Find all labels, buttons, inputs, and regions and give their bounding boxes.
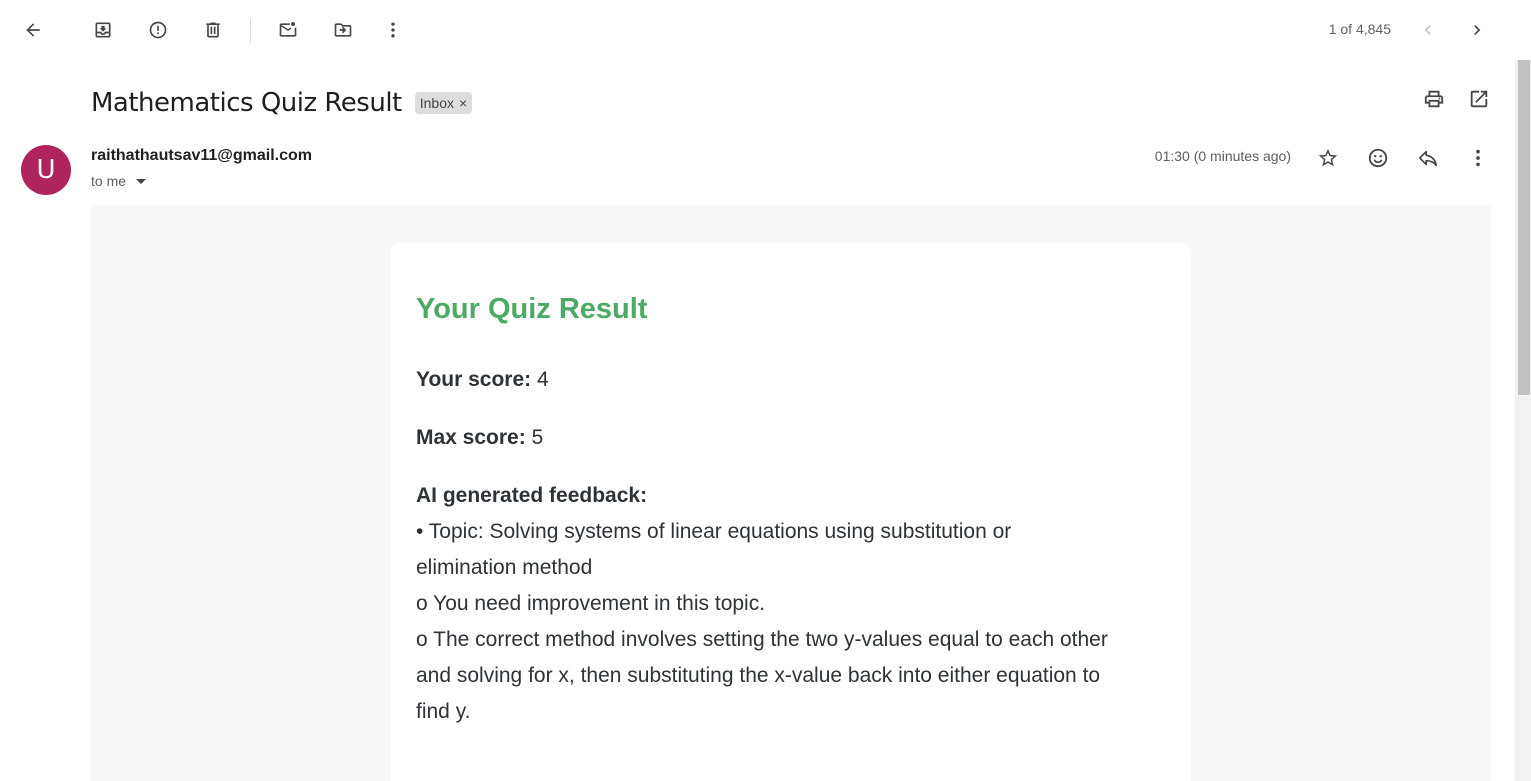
chevron-right-icon [1474,25,1481,35]
older-message-button[interactable] [1457,10,1497,50]
open-in-new-icon [1470,90,1488,108]
star-button[interactable] [1312,142,1344,174]
message-toolbar: 1 of 4,845 [0,0,1515,60]
more-vert-icon [1476,149,1480,167]
report-spam-button[interactable] [138,10,178,50]
move-to-folder-icon [334,23,352,37]
mark-unread-button[interactable] [268,10,308,50]
feedback-line: and solving for x, then substituting the… [416,664,1101,687]
subject-row: Mathematics Quiz Result Inbox × [91,87,473,119]
back-button[interactable] [13,10,53,50]
max-score-label: Max score: [416,426,526,449]
score-label: Your score: [416,368,532,391]
print-all-button[interactable] [1423,88,1445,115]
message-subject: Mathematics Quiz Result [91,88,402,118]
gmail-message-view: 1 of 4,845 Mathematics Quiz Result Inbox… [0,0,1531,781]
archive-icon [95,22,111,38]
scrollbar-thumb[interactable] [1518,60,1530,395]
message-more-button[interactable] [1462,142,1494,174]
toolbar-divider [250,18,251,44]
score-value: 4 [537,368,549,391]
quiz-result-card: Your Quiz Result Your score: 4 Max score… [391,243,1191,781]
delete-button[interactable] [193,10,233,50]
feedback-label: AI generated feedback: [416,484,648,507]
recipient-details-toggle[interactable]: to me [91,173,147,189]
score-line: Your score: 4 [416,362,1166,398]
report-spam-icon [149,21,167,39]
print-icon [1424,90,1444,108]
more-vert-icon [391,22,395,38]
reply-icon [1418,150,1438,167]
newer-message-button[interactable] [1408,10,1448,50]
recipient-text: to me [91,173,127,189]
label-text: Inbox [419,95,454,111]
more-actions-button[interactable] [373,10,413,50]
feedback-line: elimination method [416,556,593,579]
feedback-section: AI generated feedback: • Topic: Solving … [416,478,1166,730]
mark-unread-icon [279,22,297,37]
inbox-label-chip[interactable]: Inbox × [414,92,473,114]
feedback-line: o You need improvement in this topic. [416,592,766,615]
open-new-window-button[interactable] [1468,88,1490,115]
sender-email[interactable]: raithathautsav11@gmail.com [91,147,312,165]
remove-label-button[interactable]: × [459,95,467,111]
arrow-left-icon [26,23,40,37]
trash-icon [206,22,220,38]
sender-avatar[interactable]: U [21,145,71,195]
feedback-line: find y. [416,700,471,723]
add-reaction-button[interactable] [1362,142,1394,174]
pagination-count: 1 of 4,845 [1328,21,1391,37]
max-score-value: 5 [531,426,544,449]
star-icon [1318,148,1338,167]
feedback-line: o The correct method involves setting th… [416,628,1108,651]
message-body: Your Quiz Result Your score: 4 Max score… [91,205,1491,781]
emoji-icon [1368,148,1388,168]
archive-button[interactable] [83,10,123,50]
quiz-result-heading: Your Quiz Result [416,293,648,325]
caret-down-icon [136,178,147,184]
message-timestamp: 01:30 (0 minutes ago) [1154,148,1291,164]
move-to-button[interactable] [323,10,363,50]
reply-button[interactable] [1412,142,1444,174]
feedback-line: • Topic: Solving systems of linear equat… [416,520,1012,543]
chevron-left-icon [1424,25,1431,35]
max-score-line: Max score: 5 [416,420,1166,456]
